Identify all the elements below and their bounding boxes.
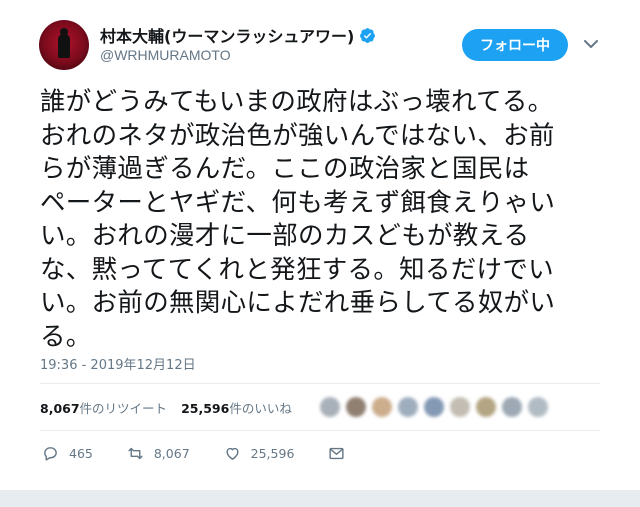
divider	[40, 430, 600, 431]
direct-message-button[interactable]	[328, 445, 355, 462]
like-button[interactable]: 25,596	[224, 445, 295, 462]
tweet-timestamp[interactable]: 19:36 - 2019年12月12日	[40, 354, 196, 373]
likes-stat-count: 25,596	[181, 401, 230, 416]
like-count: 25,596	[250, 446, 295, 461]
liker-avatar[interactable]	[450, 397, 470, 417]
retweets-stat[interactable]: 8,067件のリツイート	[40, 398, 167, 417]
avatar[interactable]	[39, 20, 89, 70]
message-icon	[329, 447, 344, 460]
tweet-text: 誰がどうみてもいまの政府はぶっ壊れてる。 おれのネタが政治色が強いんではない、お…	[40, 87, 556, 352]
liker-avatar[interactable]	[346, 397, 366, 417]
retweet-icon	[128, 447, 143, 460]
tweet-stats: 8,067件のリツイート 25,596件のいいね	[40, 398, 292, 417]
like-icon	[226, 447, 239, 460]
retweets-stat-label: 件のリツイート	[79, 401, 168, 416]
retweet-button[interactable]: 8,067	[127, 445, 190, 462]
liker-avatar[interactable]	[424, 397, 444, 417]
author-handle[interactable]: @WRHMURAMOTO	[100, 47, 231, 63]
tweet-actions: 465 8,067 25,596	[42, 445, 389, 462]
author-display-name[interactable]: 村本大輔(ウーマンラッシュアワー)	[100, 23, 354, 47]
reply-count: 465	[69, 446, 93, 461]
page-background-band	[0, 490, 640, 507]
liker-avatars	[320, 397, 548, 417]
liker-avatar[interactable]	[372, 397, 392, 417]
retweet-count: 8,067	[153, 446, 190, 461]
liker-avatar[interactable]	[398, 397, 418, 417]
likes-stat-label: 件のいいね	[229, 401, 292, 416]
retweets-stat-count: 8,067	[40, 401, 80, 416]
likes-stat[interactable]: 25,596件のいいね	[181, 398, 292, 417]
liker-avatar[interactable]	[502, 397, 522, 417]
divider	[40, 383, 600, 384]
reply-icon	[44, 447, 57, 461]
following-button[interactable]: フォロー中	[462, 29, 568, 61]
avatar-figure-body	[58, 34, 70, 58]
tweet-card: 村本大輔(ウーマンラッシュアワー) @WRHMURAMOTO フォロー中 誰がど…	[0, 0, 640, 490]
chevron-down-icon[interactable]	[584, 39, 598, 49]
reply-button[interactable]: 465	[42, 445, 93, 462]
liker-avatar[interactable]	[528, 397, 548, 417]
liker-avatar[interactable]	[320, 397, 340, 417]
verified-icon	[360, 27, 376, 43]
liker-avatar[interactable]	[476, 397, 496, 417]
author-name-row: 村本大輔(ウーマンラッシュアワー)	[100, 23, 376, 47]
